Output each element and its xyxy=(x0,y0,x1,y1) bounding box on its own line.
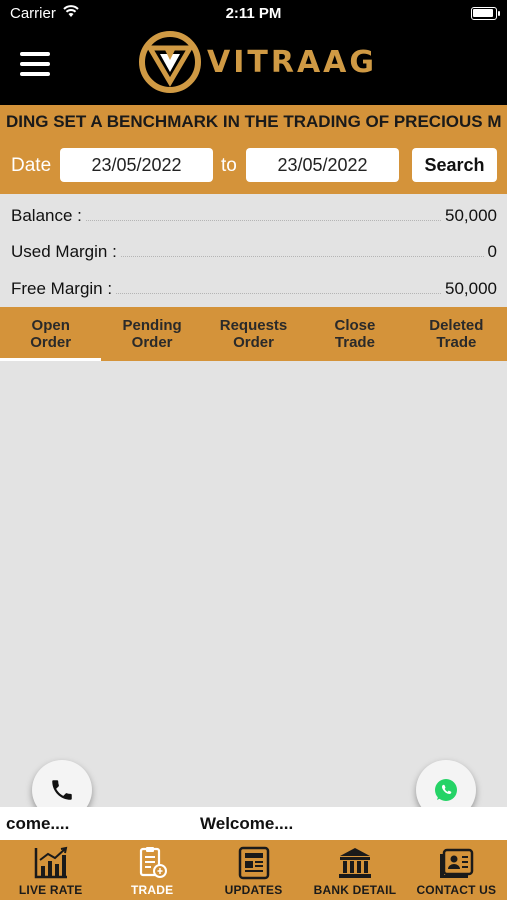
nav-label: CONTACT US xyxy=(416,883,497,897)
nav-label: BANK DETAIL xyxy=(313,883,397,897)
tab-label-line2: Order xyxy=(233,334,274,351)
balance-value: 50,000 xyxy=(445,206,497,225)
status-time: 2:11 PM xyxy=(225,5,282,22)
tab-requests-order[interactable]: Requests Order xyxy=(203,307,304,361)
from-date-field[interactable]: 23/05/2022 xyxy=(60,148,213,182)
tab-label-line1: Deleted xyxy=(429,317,484,334)
tab-label-line2: Trade xyxy=(334,334,375,351)
whatsapp-icon xyxy=(435,779,457,801)
tab-label-line1: Pending xyxy=(122,317,182,334)
nav-live-rate[interactable]: LIVE RATE xyxy=(0,840,101,900)
nav-label: UPDATES xyxy=(224,883,283,897)
tab-open-order[interactable]: Open Order xyxy=(0,307,102,361)
nav-bank-detail[interactable]: BANK DETAIL xyxy=(304,840,405,900)
ticker-text: DING SET A BENCHMARK IN THE TRADING OF P… xyxy=(6,112,502,131)
chart-icon xyxy=(34,846,67,879)
tab-label-line2: Order xyxy=(30,334,72,351)
tab-label-line1: Requests xyxy=(219,317,288,334)
contact-card-icon xyxy=(440,848,474,878)
balance-row: Balance : 50,000 xyxy=(11,202,497,226)
nav-updates[interactable]: UPDATES xyxy=(203,840,304,900)
free-margin-row: Free Margin : 50,000 xyxy=(11,275,497,299)
news-ticker: DING SET A BENCHMARK IN THE TRADING OF P… xyxy=(0,105,507,138)
tab-label-line2: Trade xyxy=(436,334,477,351)
hamburger-menu-button[interactable] xyxy=(20,52,50,76)
bottom-navigation: LIVE RATE TRADE UPDATES BANK DETAIL CONT… xyxy=(0,840,507,900)
status-bar: Carrier 2:11 PM xyxy=(0,0,507,28)
used-margin-label: Used Margin : xyxy=(11,242,117,261)
battery-icon xyxy=(471,7,500,20)
trade-icon xyxy=(140,847,168,878)
to-label: to xyxy=(221,155,237,176)
nav-label: TRADE xyxy=(130,883,174,897)
trade-screen: Carrier 2:11 PM VITRAAG DING SET A BENCH… xyxy=(0,0,507,900)
used-margin-value: 0 xyxy=(487,242,497,261)
newspaper-icon xyxy=(238,846,269,880)
date-label: Date xyxy=(11,155,52,176)
tab-close-trade[interactable]: Close Trade xyxy=(304,307,405,361)
balance-label: Balance : xyxy=(11,206,82,225)
order-tabs: Open Order Pending Order Requests Order … xyxy=(0,307,507,361)
welcome-marquee: come.... Welcome.... xyxy=(0,807,507,840)
nav-trade[interactable]: TRADE xyxy=(101,840,202,900)
used-margin-row: Used Margin : 0 xyxy=(11,238,497,262)
free-margin-value: 50,000 xyxy=(445,279,497,298)
bank-icon xyxy=(338,848,371,878)
orders-list-area xyxy=(0,361,507,807)
marquee-text-left: come.... xyxy=(6,814,70,833)
account-summary: Balance : 50,000 Used Margin : 0 Free Ma… xyxy=(0,194,507,307)
brand-name: VITRAAG xyxy=(207,45,378,80)
tab-label-line1: Close xyxy=(334,317,376,334)
phone-icon xyxy=(52,780,72,800)
date-filter-bar: Date 23/05/2022 to 23/05/2022 Search xyxy=(0,138,507,194)
search-button[interactable]: Search xyxy=(412,148,497,182)
marquee-text-center: Welcome.... xyxy=(200,814,294,833)
tab-deleted-trade[interactable]: Deleted Trade xyxy=(406,307,507,361)
nav-label: LIVE RATE xyxy=(18,883,83,897)
tab-label-line1: Open xyxy=(31,317,70,334)
free-margin-label: Free Margin : xyxy=(11,279,113,298)
to-date-field[interactable]: 23/05/2022 xyxy=(246,148,399,182)
tab-pending-order[interactable]: Pending Order xyxy=(101,307,202,361)
app-header: Carrier 2:11 PM VITRAAG xyxy=(0,0,507,105)
nav-contact-us[interactable]: CONTACT US xyxy=(406,840,507,900)
tab-label-line2: Order xyxy=(131,334,173,351)
